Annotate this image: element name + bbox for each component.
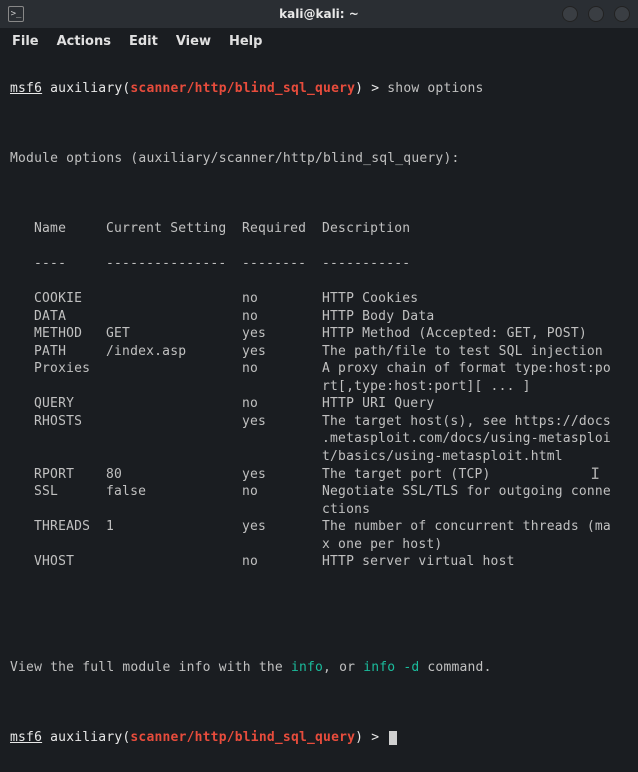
table-row: PATH/index.aspyesThe path/file to test S… <box>10 343 628 361</box>
close-button[interactable] <box>614 6 630 22</box>
table-row: THREADS1yesThe number of concurrent thre… <box>10 518 628 536</box>
table-row: ProxiesnoA proxy chain of format type:ho… <box>10 360 628 378</box>
prompt-line-2: msf6 auxiliary(scanner/http/blind_sql_qu… <box>10 729 628 747</box>
prompt-line-1: msf6 auxiliary(scanner/http/blind_sql_qu… <box>10 80 628 98</box>
command-text: show options <box>387 81 483 96</box>
menu-actions[interactable]: Actions <box>57 34 111 49</box>
module-path: scanner/http/blind_sql_query <box>130 81 355 96</box>
table-row: rt[,type:host:port][ ... ] <box>10 378 628 396</box>
cursor-icon <box>389 731 397 745</box>
info-footer: View the full module info with the info,… <box>10 659 628 677</box>
table-row: t/basics/using-metasploit.html <box>10 448 628 466</box>
table-row: RHOSTSyesThe target host(s), see https:/… <box>10 413 628 431</box>
table-row: RPORT80yesThe target port (TCP) <box>10 466 628 484</box>
window-title: kali@kali: ~ <box>279 7 359 21</box>
terminal-icon <box>8 6 24 22</box>
prompt-prefix: msf6 <box>10 81 42 96</box>
minimize-button[interactable] <box>562 6 578 22</box>
info-d-command: info -d <box>363 660 419 675</box>
window-controls <box>562 6 630 22</box>
info-command: info <box>291 660 323 675</box>
table-header: NameCurrent SettingRequiredDescription <box>10 220 628 238</box>
menu-view[interactable]: View <box>176 34 211 49</box>
ibeam-cursor-icon: I <box>590 464 600 483</box>
table-row: ctions <box>10 501 628 519</box>
module-path: scanner/http/blind_sql_query <box>130 730 355 745</box>
table-row: METHODGETyesHTTP Method (Accepted: GET, … <box>10 325 628 343</box>
table-row: QUERYnoHTTP URI Query <box>10 395 628 413</box>
titlebar: kali@kali: ~ <box>0 0 638 28</box>
module-options-header: Module options (auxiliary/scanner/http/b… <box>10 150 628 168</box>
table-row: VHOSTnoHTTP server virtual host <box>10 553 628 571</box>
menubar: File Actions Edit View Help <box>0 28 638 54</box>
table-row: SSLfalsenoNegotiate SSL/TLS for outgoing… <box>10 483 628 501</box>
table-row: COOKIEnoHTTP Cookies <box>10 290 628 308</box>
maximize-button[interactable] <box>588 6 604 22</box>
table-row: .metasploit.com/docs/using-metasploi <box>10 430 628 448</box>
menu-file[interactable]: File <box>12 34 39 49</box>
table-row: DATAnoHTTP Body Data <box>10 308 628 326</box>
prompt-prefix: msf6 <box>10 730 42 745</box>
menu-edit[interactable]: Edit <box>129 34 158 49</box>
table-row: x one per host) <box>10 536 628 554</box>
table-underline: -------------------------------------- <box>10 255 628 273</box>
menu-help[interactable]: Help <box>229 34 262 49</box>
terminal-area[interactable]: msf6 auxiliary(scanner/http/blind_sql_qu… <box>0 54 638 772</box>
